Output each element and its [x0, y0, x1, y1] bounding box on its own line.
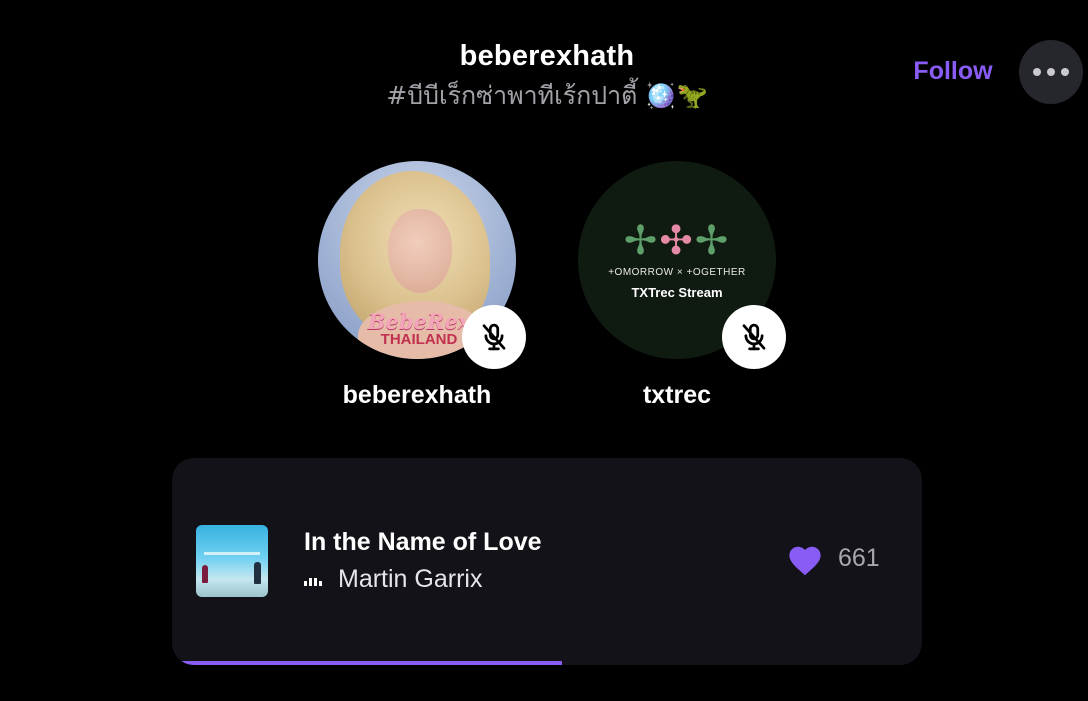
progress-bar — [172, 661, 922, 665]
album-cover[interactable] — [196, 525, 268, 597]
txt-logo-symbols: ✢✣✢ — [623, 219, 731, 263]
more-options-button[interactable] — [1019, 40, 1083, 104]
mic-status-badge — [462, 305, 526, 369]
heart-icon[interactable] — [787, 543, 823, 577]
speaker-beberexhath[interactable]: BebeRex THAILAND beberexhath — [287, 161, 547, 410]
avatar-logo-text: TXTrec Stream — [631, 285, 723, 300]
speaker-name: beberexhath — [342, 381, 492, 409]
mic-status-badge — [722, 305, 786, 369]
like-count: 661 — [838, 544, 880, 572]
mic-off-icon — [482, 323, 506, 351]
progress-fill — [172, 661, 562, 665]
playing-bars-icon — [304, 574, 324, 586]
artist-row: Martin Garrix — [304, 565, 482, 594]
track-title: In the Name of Love — [304, 528, 542, 556]
avatar-tagline: +OMORROW × +OGETHER — [608, 267, 746, 278]
mic-off-icon — [742, 323, 766, 351]
follow-button[interactable]: Follow — [900, 52, 1006, 90]
now-playing-card[interactable]: In the Name of Love Martin Garrix 661 — [172, 458, 922, 665]
speaker-txtrec[interactable]: ✢✣✢ +OMORROW × +OGETHER TXTrec Stream tx… — [547, 161, 807, 410]
artist-name: Martin Garrix — [338, 565, 483, 593]
space-screen: beberexhath #บีบีเร็กซ่าพาทีเร้กปาตี้ 🪩🦖… — [0, 0, 1088, 701]
speaker-name: txtrec — [642, 381, 712, 409]
more-horizontal-icon — [1030, 68, 1072, 76]
